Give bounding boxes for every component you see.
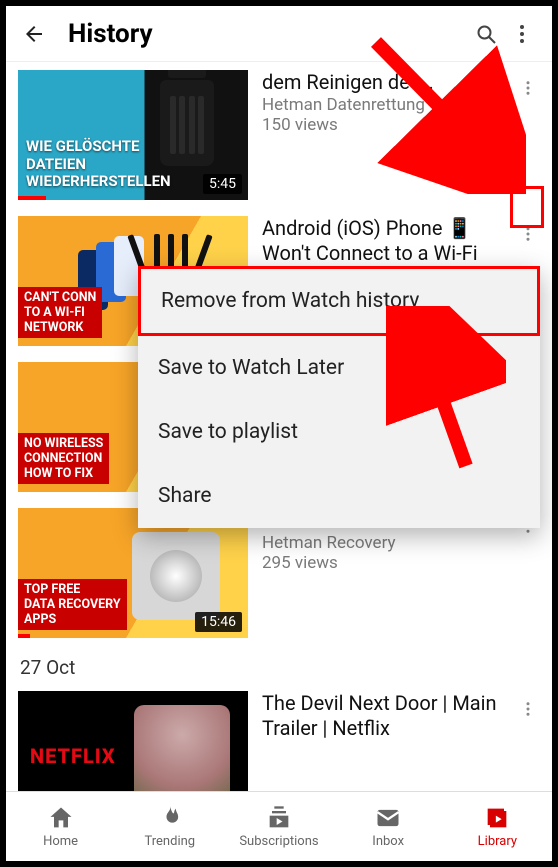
date-section-header: 27 Oct: [6, 646, 552, 683]
nav-trending[interactable]: Trending: [115, 804, 224, 849]
nav-inbox[interactable]: Inbox: [334, 804, 443, 849]
video-duration: 15:46: [195, 612, 242, 632]
nav-home[interactable]: Home: [6, 804, 115, 849]
thumbnail-overlay-text: WIE GELÖSCHTE DATEIEN WIEDERHERSTELLEN: [26, 138, 171, 190]
trending-flame-icon: [156, 804, 184, 832]
video-channel: Hetman Recovery: [262, 533, 514, 553]
video-title: The Devil Next Door | Main Trailer | Net…: [262, 691, 514, 741]
nav-label: Subscriptions: [239, 834, 318, 849]
video-meta: The Devil Next Door | Main Trailer | Net…: [262, 691, 540, 791]
library-icon: [483, 804, 511, 832]
watch-progress: [18, 196, 46, 200]
nav-label: Trending: [144, 834, 195, 849]
video-row[interactable]: NETFLIX The Devil Next Door | Main Trail…: [6, 683, 552, 791]
back-arrow-icon: [22, 22, 46, 46]
nav-library[interactable]: Library: [443, 804, 552, 849]
thumbnail-red-tag: NO WIRELESS CONNECTION HOW TO FIX: [18, 433, 109, 484]
annotation-arrow-icon: [386, 306, 506, 486]
watch-progress: [18, 634, 30, 638]
nav-label: Inbox: [372, 834, 404, 849]
annotation-arrow-icon: [356, 24, 526, 194]
video-thumbnail[interactable]: NETFLIX: [18, 691, 248, 791]
thumbnail-red-tag: CAN'T CONN TO A WI-FI NETWORK: [18, 287, 102, 338]
subscriptions-icon: [265, 804, 293, 832]
home-icon: [47, 804, 75, 832]
video-views: 295 views: [262, 553, 514, 573]
thumbnail-red-tag: TOP FREE DATA RECOVERY APPS: [18, 579, 127, 630]
video-thumbnail[interactable]: WIE GELÖSCHTE DATEIEN WIEDERHERSTELLEN 5…: [18, 70, 248, 200]
video-duration: 5:45: [203, 174, 242, 194]
video-overflow-button[interactable]: [514, 695, 542, 723]
netflix-logo: NETFLIX: [30, 744, 116, 768]
nav-label: Home: [43, 834, 78, 849]
bottom-navigation: Home Trending Subscriptions Inbox Librar…: [6, 791, 552, 861]
overflow-menu-icon: [519, 700, 537, 718]
nav-label: Library: [478, 834, 517, 849]
back-button[interactable]: [18, 22, 50, 46]
nav-subscriptions[interactable]: Subscriptions: [224, 804, 333, 849]
inbox-icon: [374, 804, 402, 832]
